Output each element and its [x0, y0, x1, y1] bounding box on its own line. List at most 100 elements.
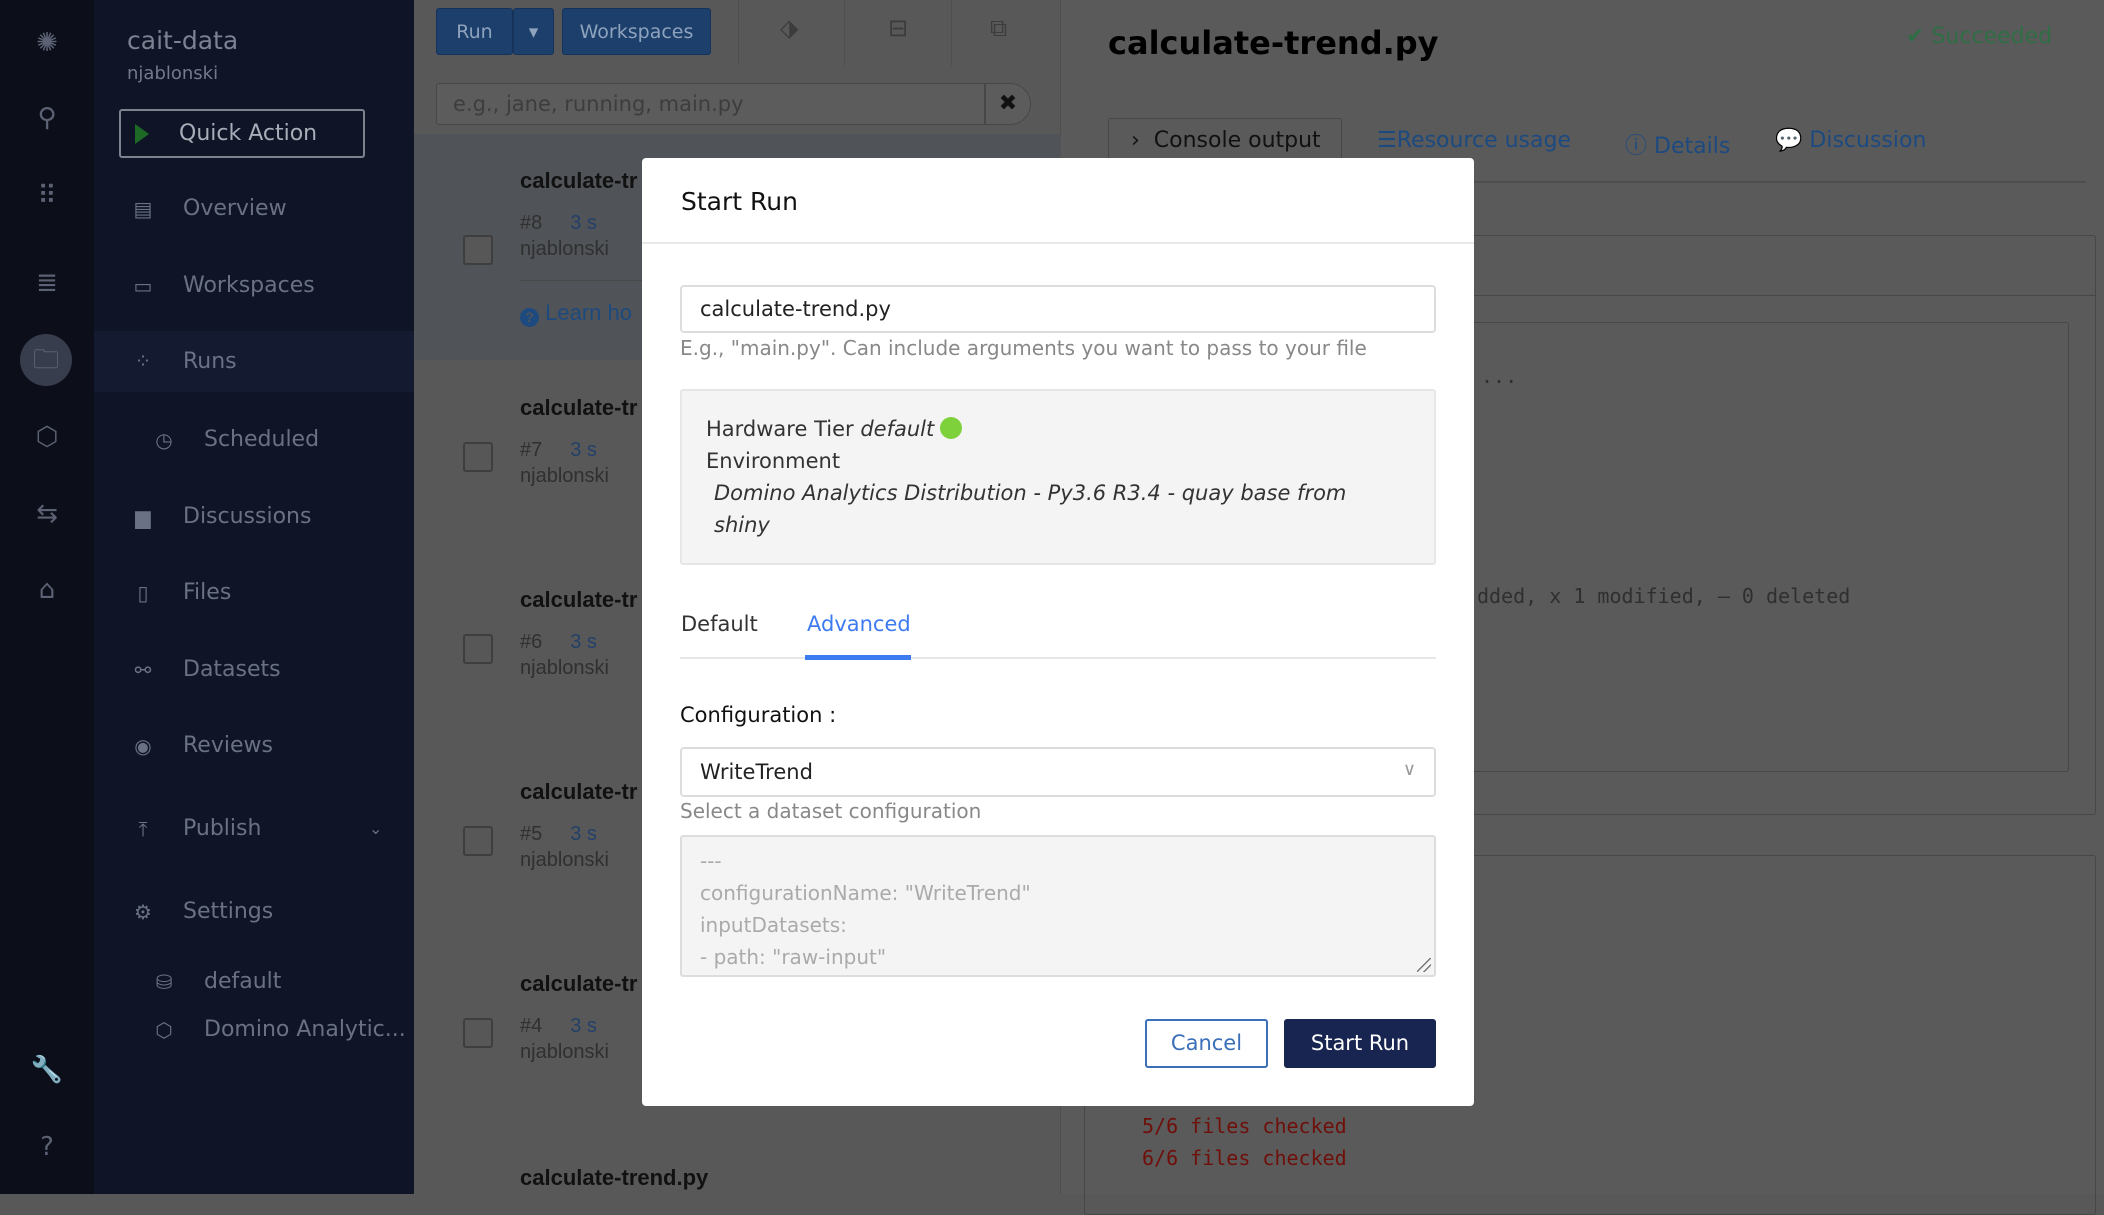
comments-icon: 💬 [1775, 128, 1803, 153]
run-title[interactable]: calculate-tr [520, 971, 637, 997]
sidebar-item-environment[interactable]: ⬡ Domino Analytic... [94, 1008, 414, 1052]
sidebar-item-overview[interactable]: ▤ Overview [94, 187, 414, 231]
overview-icon: ▤ [133, 197, 153, 221]
run-title[interactable]: calculate-tr [520, 168, 637, 194]
cancel-button[interactable]: Cancel [1145, 1019, 1268, 1068]
wrench-icon[interactable]: 🔧 [23, 1050, 71, 1090]
tag-icon[interactable]: ⌂ [23, 570, 71, 610]
console-line: ... [1481, 364, 1518, 388]
run-user: njablonski [520, 1041, 609, 1063]
tab-advanced[interactable]: Advanced [807, 612, 911, 636]
eye-icon: ◉ [134, 734, 152, 758]
run-meta: #8 3 s [520, 212, 597, 234]
sidebar-item-settings[interactable]: ⚙ Settings [94, 890, 414, 934]
sidebar-item-publish[interactable]: ⤒ Publish ⌄ [94, 807, 414, 851]
learn-link[interactable]: ? Learn ho [520, 300, 632, 327]
project-name[interactable]: cait-data [127, 26, 238, 55]
sidebar-item-runs[interactable]: ⁘ Runs [94, 331, 414, 392]
run-user: njablonski [520, 465, 609, 487]
sidebar-item-workspaces[interactable]: ▭ Workspaces [94, 264, 414, 308]
question-icon: ? [520, 308, 539, 327]
start-run-button[interactable]: Start Run [1284, 1019, 1436, 1068]
yaml-content: --- configurationName: "WriteTrend" inpu… [700, 849, 1031, 969]
configuration-yaml-textarea[interactable]: --- configurationName: "WriteTrend" inpu… [680, 835, 1436, 977]
clock-icon: ◷ [155, 428, 173, 452]
configuration-value: WriteTrend [700, 760, 813, 784]
help-icon[interactable]: ? [23, 1127, 71, 1167]
copy-icon[interactable]: ⧉ [990, 14, 1007, 42]
project-owner: njablonski [127, 63, 219, 84]
tag-icon[interactable]: ⬗ [780, 14, 798, 42]
sidebar-item-label: Settings [183, 899, 274, 924]
run-meta: #5 3 s [520, 823, 597, 845]
clear-search-button[interactable]: ✖ [985, 83, 1031, 125]
info-icon: ⓘ [1625, 134, 1648, 159]
archive-icon[interactable]: ⊟ [888, 14, 908, 42]
run-title[interactable]: calculate-tr [520, 395, 637, 421]
configuration-label: Configuration : [680, 703, 837, 727]
run-checkbox[interactable] [463, 235, 493, 265]
apps-grid-icon[interactable]: ⠿ [23, 176, 71, 216]
sidebar-item-label: Files [183, 580, 232, 605]
search-icon[interactable]: ⚲ [23, 98, 71, 138]
swap-arrows-icon[interactable]: ⇆ [23, 494, 71, 534]
sidebar-item-hardware-default[interactable]: ⛁ default [94, 960, 414, 1004]
runs-search-input[interactable]: e.g., jane, running, main.py [436, 83, 985, 125]
domino-logo-icon[interactable]: ✺ [23, 23, 71, 63]
quick-action-button[interactable]: Quick Action [119, 109, 365, 158]
sidebar-item-label: Domino Analytic... [204, 1017, 406, 1042]
run-checkbox[interactable] [463, 442, 493, 472]
dialog-title: Start Run [681, 187, 798, 216]
sidebar-item-discussions[interactable]: ▆ Discussions [94, 495, 414, 539]
toolbar-divider [738, 0, 739, 66]
environment-label: Environment [706, 449, 841, 473]
run-title[interactable]: calculate-tr [520, 587, 637, 613]
resize-handle-icon[interactable] [1417, 958, 1431, 972]
sidebar-item-datasets[interactable]: ⚯ Datasets [94, 648, 414, 692]
workspaces-button[interactable]: Workspaces [562, 8, 711, 55]
tab-details[interactable]: ⓘ Details [1625, 128, 1730, 160]
spinner-icon: ⁘ [134, 349, 152, 373]
run-meta: #7 3 s [520, 439, 597, 461]
configuration-help-text: Select a dataset configuration [680, 799, 982, 823]
run-button[interactable]: Run [436, 8, 513, 55]
configuration-select[interactable]: WriteTrend ∨ [680, 747, 1436, 797]
run-checkbox[interactable] [463, 826, 493, 856]
toolbar-divider [844, 0, 845, 66]
sidebar-item-files[interactable]: ▯ Files [94, 571, 414, 615]
tab-discussion[interactable]: 💬 Discussion [1775, 128, 1926, 153]
sidebar-item-label: Datasets [183, 657, 281, 682]
run-title: calculate-trend.py [1108, 24, 1439, 62]
console-line: 6/6 files checked [1142, 1146, 1347, 1170]
sidebar-item-scheduled[interactable]: ◷ Scheduled [94, 418, 414, 462]
file-icon: ▯ [137, 581, 149, 605]
console-line: 5/6 files checked [1142, 1114, 1347, 1138]
chevron-down-icon: ⌄ [369, 819, 383, 838]
hard-drive-icon: ⛁ [155, 970, 173, 994]
run-meta: #4 3 s [520, 1015, 597, 1037]
database-icon[interactable]: ≣ [23, 263, 71, 303]
active-tab-indicator [805, 655, 911, 660]
tab-default[interactable]: Default [681, 612, 758, 636]
environment-value: Domino Analytics Distribution - Py3.6 R3… [714, 481, 1347, 505]
upload-icon: ⤒ [138, 817, 148, 841]
sidebar-item-label: Discussions [183, 504, 312, 529]
folder-icon[interactable]: 🗀 [20, 334, 72, 386]
tab-resource-usage[interactable]: ☰Resource usage [1377, 128, 1571, 153]
run-dropdown-button[interactable]: ▾ [513, 8, 554, 55]
run-title[interactable]: calculate-tr [520, 779, 637, 805]
file-command-input[interactable]: calculate-trend.py [680, 285, 1436, 333]
chat-icon: ▆ [135, 505, 151, 529]
cube-icon[interactable]: ⬡ [23, 417, 71, 457]
play-icon [135, 124, 149, 144]
gear-icon: ⚙ [134, 900, 152, 924]
sidebar-item-reviews[interactable]: ◉ Reviews [94, 724, 414, 768]
run-title[interactable]: calculate-trend.py [520, 1165, 708, 1191]
hardware-tier-line: Hardware Tier default [706, 417, 963, 441]
run-checkbox[interactable] [463, 1018, 493, 1048]
run-checkbox[interactable] [463, 634, 493, 664]
sidebar-item-label: Workspaces [183, 273, 315, 298]
laptop-icon: ▭ [133, 274, 153, 298]
start-run-dialog: Start Run calculate-trend.py E.g., "main… [642, 158, 1474, 1106]
run-user: njablonski [520, 238, 609, 260]
